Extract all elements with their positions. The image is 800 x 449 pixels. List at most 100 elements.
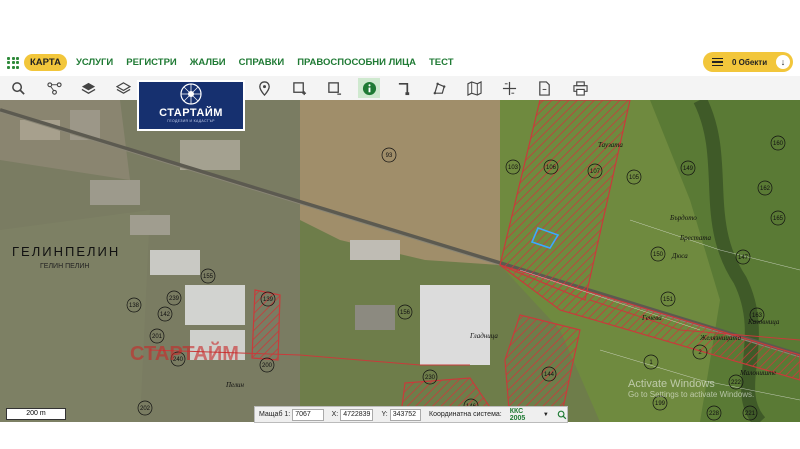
corner-icon (398, 82, 409, 95)
system-label: Координатна система: (429, 411, 502, 418)
coordinate-bar: Мащаб 1: 7067 X: 4722839 Y: 343752 Коорд… (254, 406, 568, 423)
toponym: Гладница (469, 332, 498, 340)
svg-text:160: 160 (773, 141, 784, 147)
svg-text:103: 103 (508, 165, 519, 171)
marker-icon (258, 80, 270, 96)
svg-text:200: 200 (262, 363, 273, 369)
svg-text:239: 239 (169, 296, 180, 302)
toponym: Брестата (679, 234, 712, 242)
menu-item-karta[interactable]: КАРТА (24, 54, 67, 71)
startaim-emblem-icon (180, 83, 202, 105)
svg-text:165: 165 (773, 216, 784, 222)
logo-subtitle: ГЕОДЕЗИЯ И КАДАСТЪР (167, 119, 215, 123)
toponym: Дюса (671, 252, 688, 260)
menu-item-zhalbi[interactable]: ЖАЛБИ (190, 57, 226, 68)
layers-icon (81, 82, 95, 94)
activate-windows-watermark: Activate Windows Go to Settings to activ… (628, 378, 754, 399)
svg-text:155: 155 (203, 274, 214, 280)
graph-tool-button[interactable] (43, 78, 65, 98)
svg-text:150: 150 (653, 252, 664, 258)
crosshair-icon (502, 81, 516, 95)
apps-grid-icon[interactable] (7, 56, 19, 69)
map-watermark-logo: СТАРТАЙМ (130, 341, 239, 365)
menu-item-test[interactable]: ТЕСТ (429, 57, 454, 68)
document-icon (538, 80, 550, 96)
corner-tool-button[interactable] (393, 78, 415, 98)
top-menu-bar: КАРТА УСЛУГИ РЕГИСТРИ ЖАЛБИ СПРАВКИ ПРАВ… (0, 49, 800, 76)
startaim-logo: СТАРТАЙМ ГЕОДЕЗИЯ И КАДАСТЪР (137, 80, 245, 131)
main-menu: КАРТА УСЛУГИ РЕГИСТРИ ЖАЛБИ СПРАВКИ ПРАВ… (24, 54, 467, 71)
polygon-icon (433, 82, 445, 94)
objects-button[interactable]: 0 Обекти ↓ (703, 52, 793, 72)
map-tool-button[interactable] (463, 78, 485, 98)
hamburger-icon (712, 56, 723, 69)
map-canvas[interactable]: 93 106 103 107 105 149 160 162 165 150 1… (0, 100, 800, 422)
place-label: ГЕЛИНПЕЛИН (12, 244, 120, 259)
layers-outline-tool-button[interactable] (112, 78, 134, 98)
svg-text:221: 221 (745, 411, 756, 417)
download-arrow-icon[interactable]: ↓ (776, 55, 790, 69)
scale-input[interactable]: 7067 (292, 408, 324, 421)
svg-text:156: 156 (400, 310, 411, 316)
search-tool-button[interactable] (7, 78, 29, 98)
svg-text:149: 149 (683, 166, 694, 172)
svg-text:199: 199 (655, 401, 666, 407)
print-icon (572, 80, 588, 96)
info-icon (362, 81, 376, 95)
toponym: Бърдото (669, 214, 697, 222)
x-coordinate-field[interactable]: 4722839 (340, 408, 374, 421)
select-rect-tool-button[interactable] (288, 78, 310, 98)
x-label: X: (331, 411, 339, 418)
marker-tool-button[interactable] (253, 78, 275, 98)
scale-bar: 200 m (6, 408, 66, 420)
place-sublabel: ГЕЛИН ПЕЛИН (40, 263, 89, 270)
chevron-down-icon[interactable]: ▼ (543, 412, 549, 418)
objects-count-label: 0 Обекти (732, 57, 768, 67)
layers-outline-icon (115, 81, 131, 94)
svg-text:107: 107 (590, 169, 601, 175)
svg-text:105: 105 (629, 175, 640, 181)
info-tool-button[interactable] (358, 78, 380, 98)
svg-text:93: 93 (386, 153, 393, 159)
print-tool-button[interactable] (569, 78, 591, 98)
menu-item-spravki[interactable]: СПРАВКИ (239, 57, 285, 68)
document-tool-button[interactable] (533, 78, 555, 98)
svg-text:144: 144 (544, 372, 555, 378)
map-icon (466, 80, 482, 96)
svg-text:228: 228 (709, 411, 720, 417)
svg-text:202: 202 (140, 406, 151, 412)
menu-item-pravosposobni-lica[interactable]: ПРАВОСПОСОБНИ ЛИЦА (297, 57, 416, 68)
svg-text:142: 142 (160, 312, 171, 318)
layers-tool-button[interactable] (77, 78, 99, 98)
search-icon (11, 81, 25, 95)
graph-icon (46, 81, 62, 95)
y-coordinate-field[interactable]: 343752 (389, 408, 422, 421)
crosshair-tool-button[interactable] (498, 78, 520, 98)
svg-text:230: 230 (425, 375, 436, 381)
satellite-map[interactable]: 93 106 103 107 105 149 160 162 165 150 1… (0, 100, 800, 422)
toponym: Пелин (225, 381, 245, 389)
page-footer-blank (0, 422, 800, 449)
y-label: Y: (381, 411, 388, 418)
select-rect-icon (292, 81, 306, 95)
svg-text:139: 139 (263, 297, 274, 303)
logo-text: СТАРТАЙМ (159, 107, 223, 119)
scale-label: Мащаб 1: (259, 411, 291, 418)
toponym: Гечева (641, 314, 662, 322)
svg-text:151: 151 (663, 297, 674, 303)
map-toolbar (0, 76, 800, 101)
select-rect-minus-tool-button[interactable] (323, 78, 345, 98)
menu-item-uslugi[interactable]: УСЛУГИ (76, 57, 113, 68)
toponym: Желязницата (699, 334, 742, 342)
svg-text:147: 147 (738, 255, 749, 261)
menu-item-registri[interactable]: РЕГИСТРИ (126, 57, 176, 68)
toponym: Малониште (739, 369, 776, 377)
toponym: Казовница (747, 318, 780, 326)
search-icon[interactable] (557, 409, 567, 421)
svg-text:106: 106 (546, 165, 557, 171)
svg-text:138: 138 (129, 303, 140, 309)
watermark-title: Activate Windows (628, 378, 715, 390)
svg-text:162: 162 (760, 186, 771, 192)
coordinate-system-select[interactable]: ККС 2005 (510, 408, 536, 422)
polygon-tool-button[interactable] (428, 78, 450, 98)
